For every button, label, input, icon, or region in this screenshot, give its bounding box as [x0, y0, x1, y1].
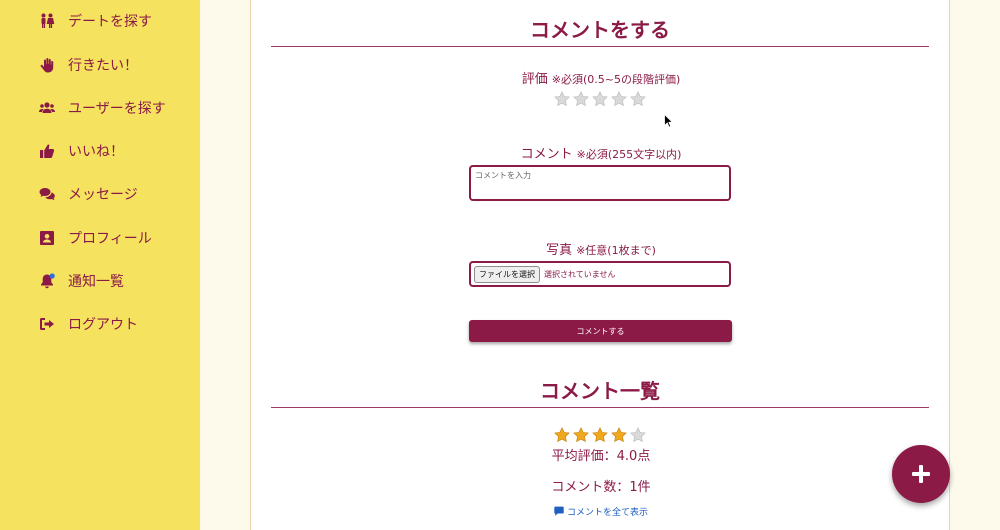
sidebar-item-messages[interactable]: メッセージ: [38, 182, 138, 206]
show-all-label: コメントを全て表示: [566, 508, 648, 518]
photo-note: ※任意(1枚まで): [576, 244, 656, 257]
rating-star-icon[interactable]: [630, 91, 646, 107]
rating-note: ※必須(0.5~5の段階評価): [551, 73, 681, 86]
sidebar-item-profile[interactable]: プロフィール: [38, 226, 152, 250]
photo-label: 写真 ※任意(1枚まで): [251, 239, 951, 258]
average-star-icon: [573, 427, 589, 443]
plus-icon: [912, 465, 930, 483]
sidebar-item-logout[interactable]: ログアウト: [38, 312, 138, 336]
sidebar-item-want-to-go[interactable]: 行きたい！: [38, 53, 138, 77]
rating-input[interactable]: [554, 91, 646, 107]
submit-comment-button[interactable]: コメントする: [469, 320, 732, 342]
divider: [271, 407, 929, 408]
thumbs-up-icon: [38, 142, 56, 160]
average-star-icon: [630, 427, 646, 443]
sidebar-item-label: デートを探す: [68, 14, 152, 30]
users-icon: [38, 99, 56, 117]
sidebar-item-label: ユーザーを探す: [68, 101, 166, 117]
sidebar-item-find-dates[interactable]: デートを探す: [38, 9, 152, 33]
sidebar-item-label: ログアウト: [68, 317, 138, 333]
rating-label-text: 評価: [521, 72, 548, 87]
sidebar-item-notifications[interactable]: 通知一覧: [38, 269, 124, 293]
average-star-icon: [592, 427, 608, 443]
comment-list-title: コメント一覧: [540, 379, 660, 403]
rating-star-icon[interactable]: [554, 91, 570, 107]
sidebar-item-find-users[interactable]: ユーザーを探す: [38, 96, 166, 120]
comment-note: ※必須(255文字以内): [576, 148, 682, 161]
add-fab-button[interactable]: [892, 445, 950, 503]
rating-label: 評価 ※必須(0.5~5の段階評価): [251, 68, 951, 87]
hand-icon: [38, 56, 56, 74]
average-star-icon: [611, 427, 627, 443]
comment-input[interactable]: [469, 165, 731, 201]
sidebar-item-likes[interactable]: いいね！: [38, 139, 124, 163]
sidebar: デートを探す 行きたい！ ユーザーを探す いいね！ メッセージ プロフィール 通…: [0, 0, 200, 530]
comment-icon: [554, 506, 564, 516]
photo-file-input: ファイルを選択 選択されていません: [469, 261, 731, 287]
photo-label-text: 写真: [546, 243, 573, 258]
choose-file-button[interactable]: ファイルを選択: [474, 265, 540, 283]
sidebar-item-label: プロフィール: [68, 231, 152, 247]
file-status: 選択されていません: [544, 269, 616, 279]
show-all-comments-link[interactable]: コメントを全て表示: [251, 505, 951, 518]
rating-star-icon[interactable]: [573, 91, 589, 107]
id-card-icon: [38, 229, 56, 247]
mouse-cursor-icon: [664, 114, 674, 128]
comments-icon: [38, 185, 56, 203]
comment-label: コメント ※必須(255文字以内): [251, 143, 951, 162]
main-content: コメントをする 評価 ※必須(0.5~5の段階評価) コメント ※必須(255文字以…: [250, 0, 950, 530]
rating-star-icon[interactable]: [611, 91, 627, 107]
rating-star-icon[interactable]: [592, 91, 608, 107]
sidebar-item-label: 通知一覧: [68, 274, 124, 290]
couple-icon: [38, 12, 56, 30]
comment-form-title: コメントをする: [530, 18, 670, 42]
comment-count: コメント数：1件: [551, 480, 651, 495]
sidebar-item-label: 行きたい！: [68, 58, 138, 74]
sidebar-item-label: いいね！: [68, 144, 124, 160]
average-rating-stars: [554, 427, 646, 443]
comment-label-text: コメント: [520, 147, 573, 162]
average-rating-text: 平均評価：4.0点: [551, 449, 651, 464]
logout-icon: [38, 315, 56, 333]
sidebar-item-label: メッセージ: [68, 187, 138, 203]
divider: [271, 46, 929, 47]
bell-icon: [38, 272, 56, 290]
average-star-icon: [554, 427, 570, 443]
